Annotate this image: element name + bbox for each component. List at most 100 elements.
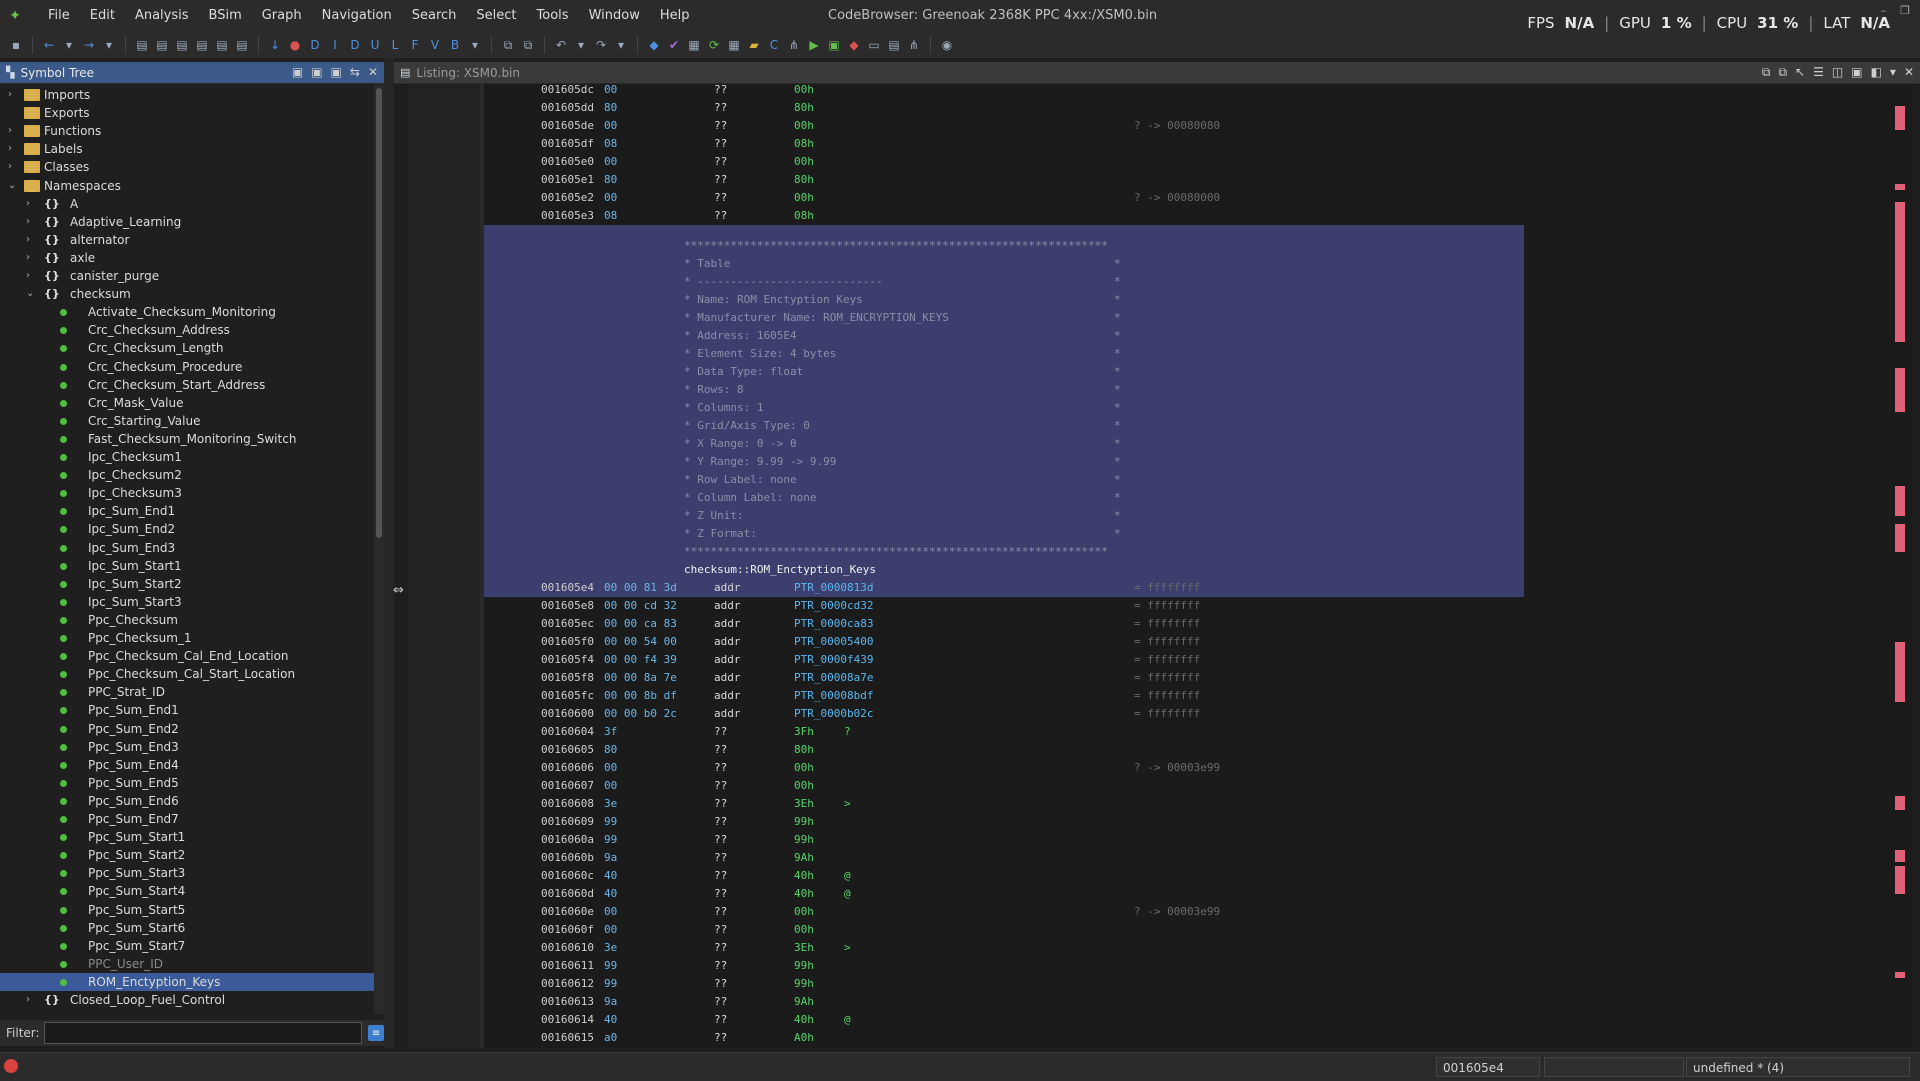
- symbol-item[interactable]: Crc_Checksum_Procedure: [0, 358, 374, 376]
- symbol-item[interactable]: Ppc_Sum_End3: [0, 738, 374, 756]
- variable-v-icon[interactable]: V: [427, 37, 443, 53]
- listing-row[interactable]: 0016060f 00?? 00h: [484, 921, 1890, 939]
- collapsed-arrow-icon[interactable]: ›: [8, 158, 18, 176]
- refresh-icon[interactable]: ⟳: [706, 37, 722, 53]
- function-graph-icon[interactable]: C: [766, 37, 782, 53]
- layout-icon[interactable]: ◧: [1871, 65, 1882, 80]
- menu-bsim[interactable]: BSim: [199, 0, 252, 32]
- disassemble-d-icon[interactable]: D: [307, 37, 323, 53]
- collapsed-arrow-icon[interactable]: ›: [26, 231, 36, 249]
- listing-row[interactable]: 00160607 00?? 00h: [484, 777, 1890, 795]
- symbol-item[interactable]: Ipc_Sum_End2: [0, 520, 374, 538]
- symbol-item[interactable]: PPC_Strat_ID: [0, 683, 374, 701]
- symbol-item[interactable]: Ppc_Sum_Start4: [0, 882, 374, 900]
- stop-icon[interactable]: ●: [287, 37, 303, 53]
- menu-help[interactable]: Help: [650, 0, 700, 32]
- tree-node[interactable]: › Labels: [0, 140, 374, 158]
- listing-row[interactable]: 00160609 99?? 99h: [484, 813, 1890, 831]
- folder-icon[interactable]: ▰: [746, 37, 762, 53]
- symbol-item[interactable]: Ppc_Sum_Start3: [0, 864, 374, 882]
- expanded-arrow-icon[interactable]: ⌄: [26, 285, 36, 303]
- collapsed-arrow-icon[interactable]: ›: [26, 249, 36, 267]
- diamond-icon[interactable]: ◆: [846, 37, 862, 53]
- tree-node[interactable]: Exports: [0, 104, 374, 122]
- menu-edit[interactable]: Edit: [80, 0, 125, 32]
- listing-row[interactable]: 00160611 99?? 99h: [484, 957, 1890, 975]
- symbol-item[interactable]: PPC_User_ID: [0, 955, 374, 973]
- symbol-item[interactable]: Crc_Checksum_Length: [0, 339, 374, 357]
- overview-marker[interactable]: [1895, 372, 1905, 412]
- listing-row[interactable]: 0016060d 40?? 40h @: [484, 885, 1890, 903]
- symbol-item[interactable]: Activate_Checksum_Monitoring: [0, 303, 374, 321]
- bookmark-b-icon[interactable]: B: [447, 37, 463, 53]
- listing-row[interactable]: 001605ec 00 00 ca 83 addr PTR_0000ca83 = fff…: [484, 615, 1890, 633]
- tree-node[interactable]: › Functions: [0, 122, 374, 140]
- listing-row[interactable]: 00160605 80?? 80h: [484, 741, 1890, 759]
- menu-window[interactable]: Window: [579, 0, 650, 32]
- collapsed-arrow-icon[interactable]: ›: [8, 86, 18, 104]
- listing-row[interactable]: 00160614 40?? 40h @: [484, 1011, 1890, 1029]
- menu-select[interactable]: Select: [466, 0, 526, 32]
- graph-icon[interactable]: ⋔: [906, 37, 922, 53]
- forward-dropdown-icon[interactable]: ▾: [101, 37, 117, 53]
- overview-marker[interactable]: [1895, 642, 1905, 702]
- operand[interactable]: PTR_0000813d: [794, 579, 873, 597]
- listing-row[interactable]: 00160600 00 00 b0 2c addr PTR_0000b02c = fff…: [484, 705, 1890, 723]
- run-script-icon[interactable]: ▶: [806, 37, 822, 53]
- overview-marker[interactable]: [1895, 486, 1905, 516]
- listing-row[interactable]: 001605de 00?? 00h ? -> 00080080: [484, 117, 1890, 135]
- listing-row[interactable]: 001605dc 00?? 00h: [484, 84, 1890, 99]
- symbol-item[interactable]: Ppc_Sum_Start7: [0, 937, 374, 955]
- symbol-item[interactable]: ROM_Enctyption_Keys: [0, 972, 374, 991]
- operand[interactable]: PTR_0000b02c: [794, 705, 873, 723]
- operand[interactable]: PTR_00008bdf: [794, 687, 873, 705]
- back-dropdown-icon[interactable]: ▾: [61, 37, 77, 53]
- restore-icon[interactable]: ❐: [1900, 4, 1910, 17]
- listing-icon[interactable]: ▤: [886, 37, 902, 53]
- tree-node[interactable]: ⌄ {} checksum: [0, 285, 374, 303]
- tree-node[interactable]: › Imports: [0, 86, 374, 104]
- plugin-icon[interactable]: ◉: [939, 37, 955, 53]
- diff-icon[interactable]: ◫: [1832, 65, 1843, 80]
- menu-graph[interactable]: Graph: [252, 0, 312, 32]
- symbol-item[interactable]: Ipc_Sum_End3: [0, 539, 374, 557]
- tree-node[interactable]: › {} alternator: [0, 231, 374, 249]
- operand[interactable]: PTR_0000f439: [794, 651, 873, 669]
- listing-view[interactable]: 001605dc 00?? 00h 001605dd 80?? 80h 001605de 00…: [484, 84, 1890, 1048]
- symbol-item[interactable]: Ipc_Sum_End1: [0, 502, 374, 520]
- symbol-item[interactable]: Crc_Checksum_Address: [0, 321, 374, 339]
- undo-icon[interactable]: ↶: [553, 37, 569, 53]
- listing-row[interactable]: 00160606 00?? 00h ? -> 00003e99: [484, 759, 1890, 777]
- down-arrow-icon[interactable]: ↓: [267, 37, 283, 53]
- listing-row[interactable]: 001605e2 00?? 00h ? -> 00080000: [484, 189, 1890, 207]
- overview-marker[interactable]: [1895, 184, 1905, 190]
- listing-row[interactable]: 001605f4 00 00 f4 39 addr PTR_0000f439 = fff…: [484, 651, 1890, 669]
- menu-search[interactable]: Search: [402, 0, 467, 32]
- close-icon[interactable]: ✕: [1904, 65, 1914, 80]
- menu-analysis[interactable]: Analysis: [125, 0, 199, 32]
- overview-marker[interactable]: [1895, 106, 1905, 130]
- expanded-arrow-icon[interactable]: ⌄: [8, 177, 18, 195]
- function-f-icon[interactable]: F: [407, 37, 423, 53]
- symbol-item[interactable]: Ppc_Checksum_1: [0, 629, 374, 647]
- nav-data-icon[interactable]: ▤: [154, 37, 170, 53]
- listing-row[interactable]: 001605e1 80?? 80h: [484, 171, 1890, 189]
- symbol-item[interactable]: Ipc_Checksum3: [0, 484, 374, 502]
- create-namespace-icon[interactable]: ▣: [292, 65, 303, 79]
- call-tree-icon[interactable]: ⋔: [786, 37, 802, 53]
- nav-undefined-icon[interactable]: ▤: [194, 37, 210, 53]
- overview-marker[interactable]: [1895, 972, 1905, 978]
- symbol-item[interactable]: Ppc_Sum_End4: [0, 756, 374, 774]
- paste-icon[interactable]: ⧉: [520, 37, 536, 53]
- copy-icon[interactable]: ⧉: [500, 37, 516, 53]
- collapsed-arrow-icon[interactable]: ›: [26, 991, 36, 1009]
- redo-icon[interactable]: ↷: [593, 37, 609, 53]
- listing-row[interactable]: 001605df 08?? 08h: [484, 135, 1890, 153]
- save-icon[interactable]: ▪: [8, 37, 24, 53]
- menu-tools[interactable]: Tools: [527, 0, 579, 32]
- operand[interactable]: PTR_00008a7e: [794, 669, 873, 687]
- operand[interactable]: PTR_0000cd32: [794, 597, 873, 615]
- symbol-item[interactable]: Ppc_Sum_Start2: [0, 846, 374, 864]
- field-edit-icon[interactable]: ☰: [1813, 65, 1824, 80]
- collapsed-arrow-icon[interactable]: ›: [26, 213, 36, 231]
